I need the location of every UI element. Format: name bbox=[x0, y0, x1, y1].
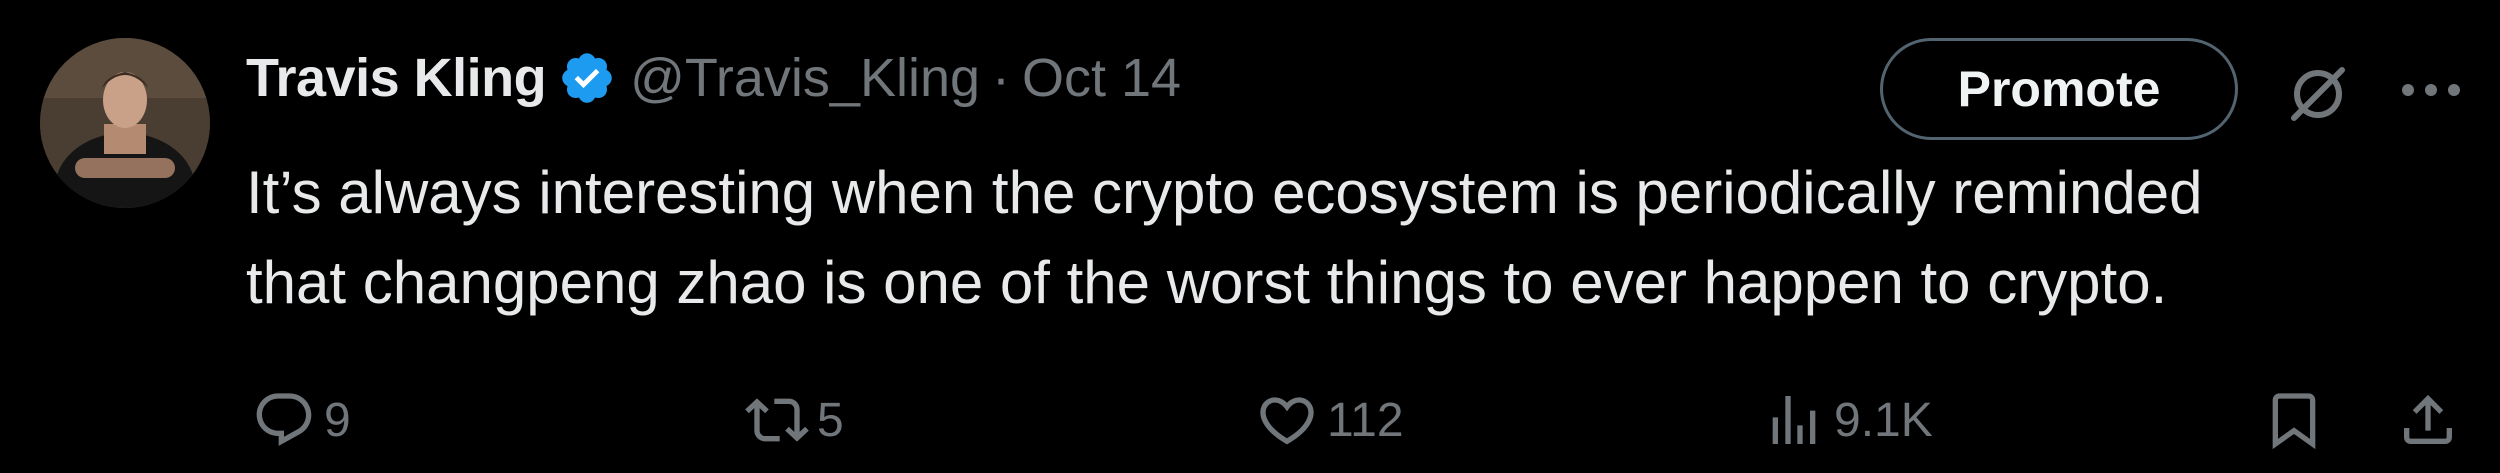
share-button[interactable] bbox=[2396, 380, 2460, 460]
verified-badge-icon[interactable] bbox=[558, 49, 616, 107]
repost-arrows-icon bbox=[745, 398, 809, 442]
grok-slash-icon[interactable] bbox=[2282, 58, 2354, 130]
action-bar: 9 5 112 9.1K bbox=[0, 380, 2500, 460]
repost-count: 5 bbox=[817, 393, 844, 447]
like-button[interactable]: 112 bbox=[1255, 380, 1404, 460]
author-handle[interactable]: @Travis_Kling bbox=[630, 47, 980, 109]
reply-count: 9 bbox=[324, 393, 351, 447]
more-dots-icon[interactable] bbox=[2396, 70, 2466, 110]
heart-icon bbox=[1260, 397, 1314, 445]
tweet-date[interactable]: Oct 14 bbox=[1022, 47, 1181, 109]
promote-button[interactable]: Promote bbox=[1880, 38, 2238, 140]
bar-chart-icon bbox=[1772, 396, 1816, 444]
views-count: 9.1K bbox=[1834, 393, 1933, 447]
bookmark-icon bbox=[2272, 393, 2316, 450]
share-upload-icon bbox=[2404, 394, 2452, 444]
tweet-text: It’s always interesting when the crypto … bbox=[246, 148, 2466, 328]
avatar-photo bbox=[40, 38, 210, 208]
like-count: 112 bbox=[1327, 393, 1404, 447]
separator-dot: · bbox=[992, 48, 1011, 108]
reply-button[interactable]: 9 bbox=[252, 380, 351, 460]
avatar[interactable] bbox=[40, 38, 210, 208]
bookmark-button[interactable] bbox=[2262, 380, 2326, 460]
author-name[interactable]: Travis Kling bbox=[246, 47, 547, 109]
tweet-text-line: It’s always interesting when the crypto … bbox=[246, 159, 2203, 226]
tweet-header: Travis Kling @Travis_Kling · Oct 14 bbox=[246, 42, 1181, 114]
tweet-text-line: that changpeng zhao is one of the worst … bbox=[246, 249, 2168, 316]
reply-bubble-icon bbox=[256, 393, 312, 446]
tweet-card[interactable]: Travis Kling @Travis_Kling · Oct 14 Prom… bbox=[0, 0, 2500, 473]
views-button[interactable]: 9.1K bbox=[1762, 380, 1933, 460]
repost-button[interactable]: 5 bbox=[745, 380, 844, 460]
